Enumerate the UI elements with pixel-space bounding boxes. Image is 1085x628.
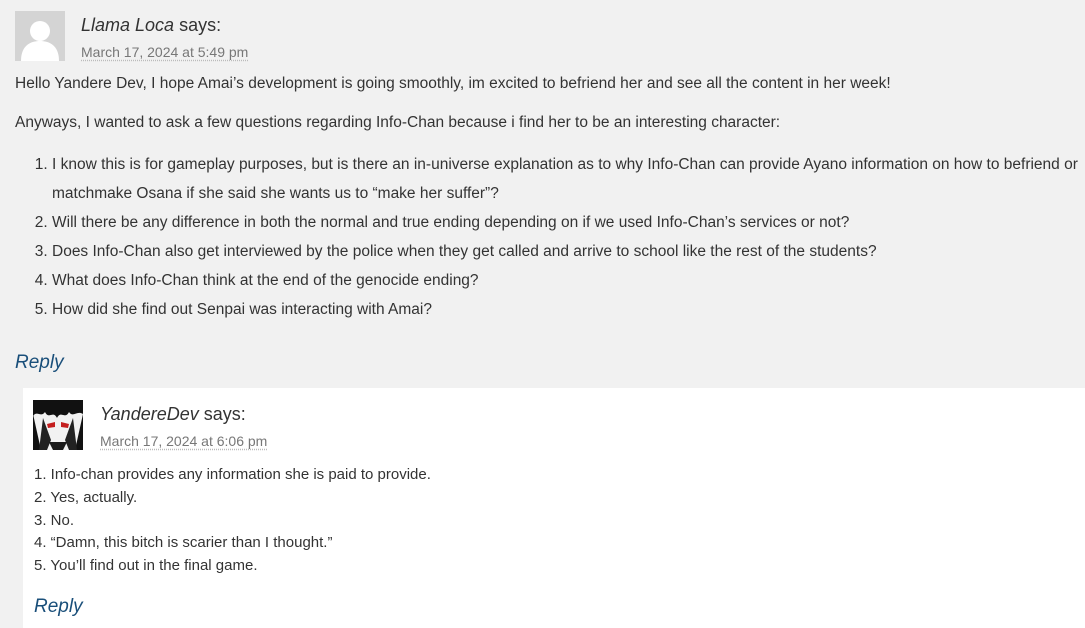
comment-paragraph-1: Hello Yandere Dev, I hope Amai’s develop… [15, 75, 891, 92]
answer-line-5: 5. You’ll find out in the final game. [34, 557, 258, 575]
reply-link[interactable]: Reply [15, 352, 64, 374]
question-item-2: Will there be any difference in both the… [52, 208, 1085, 237]
anime-character-avatar-icon [33, 400, 83, 450]
comment-paragraph-2: Anyways, I wanted to ask a few questions… [15, 114, 781, 131]
answer-list: 1. Info-chan provides any information sh… [34, 464, 431, 578]
question-item-4: What does Info-Chan think at the end of … [52, 266, 1085, 295]
answer-line-1: 1. Info-chan provides any information sh… [34, 466, 431, 483]
reply-date-link[interactable]: March 17, 2024 at 6:06 pm [100, 433, 267, 449]
question-item-3: Does Info-Chan also get interviewed by t… [52, 237, 1085, 266]
reply-link[interactable]: Reply [34, 596, 83, 618]
comment-author[interactable]: Llama Loca [81, 15, 174, 35]
says-label: says: [203, 404, 246, 424]
reply-author[interactable]: YandereDev [100, 404, 199, 424]
answer-line-4: 4. “Damn, this bitch is scarier than I t… [34, 534, 333, 552]
question-item-1: I know this is for gameplay purposes, bu… [52, 150, 1085, 208]
default-user-avatar-icon [15, 11, 65, 61]
question-list: I know this is for gameplay purposes, bu… [15, 150, 1085, 324]
reply-author-line: YandereDev says: [100, 404, 246, 425]
answer-line-3: 3. No. [34, 511, 75, 529]
question-item-5: How did she find out Senpai was interact… [52, 295, 1085, 324]
says-label: says: [179, 15, 222, 35]
comment-author-line: Llama Loca says: [81, 15, 221, 36]
answer-line-2: 2. Yes, actually. [34, 488, 138, 506]
comment-date-link[interactable]: March 17, 2024 at 5:49 pm [81, 44, 248, 60]
